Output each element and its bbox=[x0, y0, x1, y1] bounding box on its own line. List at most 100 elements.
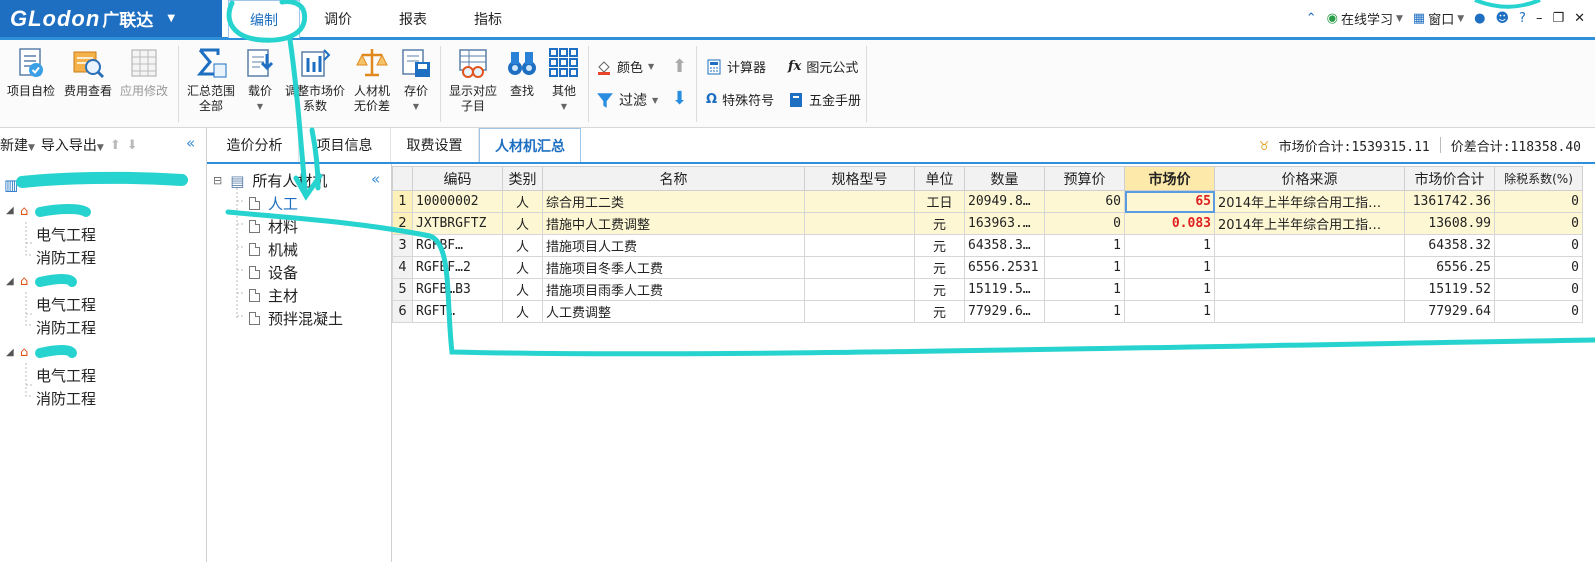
cell-market-total[interactable]: 77929.64 bbox=[1404, 300, 1495, 323]
element-formula-button[interactable]: fx 图元公式 bbox=[788, 57, 858, 76]
cell-market-price[interactable]: 1 bbox=[1124, 278, 1215, 301]
col-header-name[interactable]: 名称 bbox=[542, 166, 805, 191]
cell-name[interactable]: 措施项目雨季人工费 bbox=[542, 278, 805, 301]
help-button[interactable]: ? bbox=[1519, 11, 1526, 26]
table-row[interactable]: 3 RGFBF… 人 措施项目人工费 元 64358.3… 1 1 64358.… bbox=[392, 234, 1583, 257]
apply-changes-button[interactable]: 应用修改 bbox=[118, 46, 170, 99]
cell-quantity[interactable]: 15119.5… bbox=[964, 278, 1045, 301]
cell-price-source[interactable] bbox=[1214, 300, 1405, 323]
table-row[interactable]: 2 JXTBRGFTZ 人 措施中人工费调整 元 163963.… 0 0.08… bbox=[392, 212, 1583, 235]
view-cost-button[interactable]: 费用查看 bbox=[62, 46, 114, 99]
table-row[interactable]: 6 RGFT… 人 人工费调整 元 77929.6… 1 1 77929.64 … bbox=[392, 300, 1583, 323]
cell-code[interactable]: RGFBF… bbox=[412, 234, 503, 257]
cell-spec[interactable] bbox=[804, 300, 915, 323]
col-header-tax-coefficient[interactable]: 除税系数(%) bbox=[1494, 166, 1583, 191]
cell-budget-price[interactable]: 1 bbox=[1044, 278, 1125, 301]
assistant-icon[interactable]: ☻ bbox=[1495, 11, 1509, 26]
table-row[interactable]: 4 RGFBF…2 人 措施项目冬季人工费 元 6556.2531 1 1 65… bbox=[392, 256, 1583, 279]
cell-name[interactable]: 措施中人工费调整 bbox=[542, 212, 805, 235]
cell-budget-price[interactable]: 1 bbox=[1044, 256, 1125, 279]
cell-name[interactable]: 人工费调整 bbox=[542, 300, 805, 323]
col-header-unit[interactable]: 单位 bbox=[914, 166, 965, 191]
cell-code[interactable]: RGFB…B3 bbox=[412, 278, 503, 301]
color-button[interactable]: 颜色 ▼ bbox=[596, 57, 654, 76]
save-price-button[interactable]: 存价 ▼ bbox=[398, 46, 434, 114]
cell-market-total[interactable]: 1361742.36 bbox=[1404, 190, 1495, 213]
cell-unit[interactable]: 元 bbox=[914, 234, 965, 257]
tab-project-info[interactable]: 项目信息 bbox=[299, 128, 391, 162]
cell-price-source[interactable]: 2014年上半年综合用工指… bbox=[1214, 212, 1405, 235]
load-price-button[interactable]: 载价 ▼ bbox=[240, 46, 280, 114]
cell-unit[interactable]: 元 bbox=[914, 212, 965, 235]
cell-tax-coefficient[interactable]: 0 bbox=[1494, 212, 1583, 235]
app-logo-menu[interactable]: GLodon 广联达 ▼ bbox=[0, 0, 222, 37]
cell-budget-price[interactable]: 1 bbox=[1044, 234, 1125, 257]
cell-quantity[interactable]: 6556.2531 bbox=[964, 256, 1045, 279]
cell-type[interactable]: 人 bbox=[502, 278, 543, 301]
cell-quantity[interactable]: 20949.8… bbox=[964, 190, 1045, 213]
calculator-button[interactable]: 计算器 bbox=[706, 57, 766, 76]
cell-tax-coefficient[interactable]: 0 bbox=[1494, 300, 1583, 323]
cell-budget-price[interactable]: 0 bbox=[1044, 212, 1125, 235]
move-up-icon[interactable]: ⬆ bbox=[672, 56, 687, 77]
cell-name[interactable]: 综合用工二类 bbox=[542, 190, 805, 213]
cell-type[interactable]: 人 bbox=[502, 190, 543, 213]
project-self-check-button[interactable]: 项目自检 bbox=[6, 46, 56, 99]
window-menu-button[interactable]: ▦ 窗口 ▼ bbox=[1413, 9, 1464, 28]
no-price-difference-button[interactable]: 人材机 无价差 bbox=[348, 46, 396, 114]
cell-quantity[interactable]: 77929.6… bbox=[964, 300, 1045, 323]
tab-fee-settings[interactable]: 取费设置 bbox=[391, 128, 479, 162]
col-header-spec[interactable]: 规格型号 bbox=[804, 166, 915, 191]
table-row[interactable]: 1 10000002 人 综合用工二类 工日 20949.8… 60 65 20… bbox=[392, 190, 1583, 213]
cell-unit[interactable]: 元 bbox=[914, 278, 965, 301]
table-row[interactable]: 5 RGFB…B3 人 措施项目雨季人工费 元 15119.5… 1 1 151… bbox=[392, 278, 1583, 301]
cell-budget-price[interactable]: 60 bbox=[1044, 190, 1125, 213]
cell-tax-coefficient[interactable]: 0 bbox=[1494, 256, 1583, 279]
cell-unit[interactable]: 工日 bbox=[914, 190, 965, 213]
minimize-button[interactable]: – bbox=[1536, 11, 1543, 26]
find-button[interactable]: 查找 bbox=[504, 46, 540, 99]
adjust-market-price-coefficient-button[interactable]: 调整市场价 系数 bbox=[284, 46, 346, 114]
cell-market-total[interactable]: 6556.25 bbox=[1404, 256, 1495, 279]
move-down-icon[interactable]: ⬇ bbox=[672, 88, 687, 109]
cell-type[interactable]: 人 bbox=[502, 212, 543, 235]
cell-quantity[interactable]: 64358.3… bbox=[964, 234, 1045, 257]
cell-unit[interactable]: 元 bbox=[914, 300, 965, 323]
close-button[interactable]: ✕ bbox=[1574, 11, 1585, 26]
special-symbol-button[interactable]: Ω 特殊符号 bbox=[706, 90, 774, 109]
cell-market-price[interactable]: 0.083 bbox=[1124, 212, 1215, 235]
col-header-price-source[interactable]: 价格来源 bbox=[1214, 166, 1405, 191]
online-learning-button[interactable]: ◉ 在线学习 ▼ bbox=[1327, 9, 1403, 28]
tab-labor-material-machine-summary[interactable]: 人材机汇总 bbox=[479, 128, 581, 162]
cell-unit[interactable]: 元 bbox=[914, 256, 965, 279]
cell-tax-coefficient[interactable]: 0 bbox=[1494, 234, 1583, 257]
cell-market-price[interactable]: 1 bbox=[1124, 256, 1215, 279]
cell-budget-price[interactable]: 1 bbox=[1044, 300, 1125, 323]
tab-cost-analysis[interactable]: 造价分析 bbox=[211, 128, 299, 162]
cell-market-total[interactable]: 15119.52 bbox=[1404, 278, 1495, 301]
col-header-market-total[interactable]: 市场价合计 bbox=[1404, 166, 1495, 191]
col-header-market-price[interactable]: 市场价 bbox=[1124, 166, 1215, 191]
cell-market-total[interactable]: 13608.99 bbox=[1404, 212, 1495, 235]
hardware-manual-button[interactable]: 五金手册 bbox=[788, 90, 861, 109]
cell-spec[interactable] bbox=[804, 256, 915, 279]
cell-spec[interactable] bbox=[804, 190, 915, 213]
cell-type[interactable]: 人 bbox=[502, 234, 543, 257]
menu-tab-report[interactable]: 报表 bbox=[376, 0, 450, 37]
cell-price-source[interactable] bbox=[1214, 234, 1405, 257]
col-header-quantity[interactable]: 数量 bbox=[964, 166, 1045, 191]
collapse-ribbon-icon[interactable]: ⌃ bbox=[1306, 11, 1317, 26]
cell-code[interactable]: RGFT… bbox=[412, 300, 503, 323]
cell-name[interactable]: 措施项目冬季人工费 bbox=[542, 256, 805, 279]
cell-spec[interactable] bbox=[804, 234, 915, 257]
cell-price-source[interactable] bbox=[1214, 278, 1405, 301]
cell-code[interactable]: JXTBRGFTZ bbox=[412, 212, 503, 235]
menu-tab-adjust-price[interactable]: 调价 bbox=[302, 0, 374, 37]
col-header-budget-price[interactable]: 预算价 bbox=[1044, 166, 1125, 191]
show-sub-items-button[interactable]: 显示对应 子目 bbox=[446, 46, 500, 114]
cell-price-source[interactable] bbox=[1214, 256, 1405, 279]
other-button[interactable]: 其他 ▼ bbox=[546, 46, 582, 114]
summary-scope-button[interactable]: 汇总范围 全部 bbox=[184, 46, 238, 114]
col-header-code[interactable]: 编码 bbox=[412, 166, 503, 191]
cell-spec[interactable] bbox=[804, 212, 915, 235]
